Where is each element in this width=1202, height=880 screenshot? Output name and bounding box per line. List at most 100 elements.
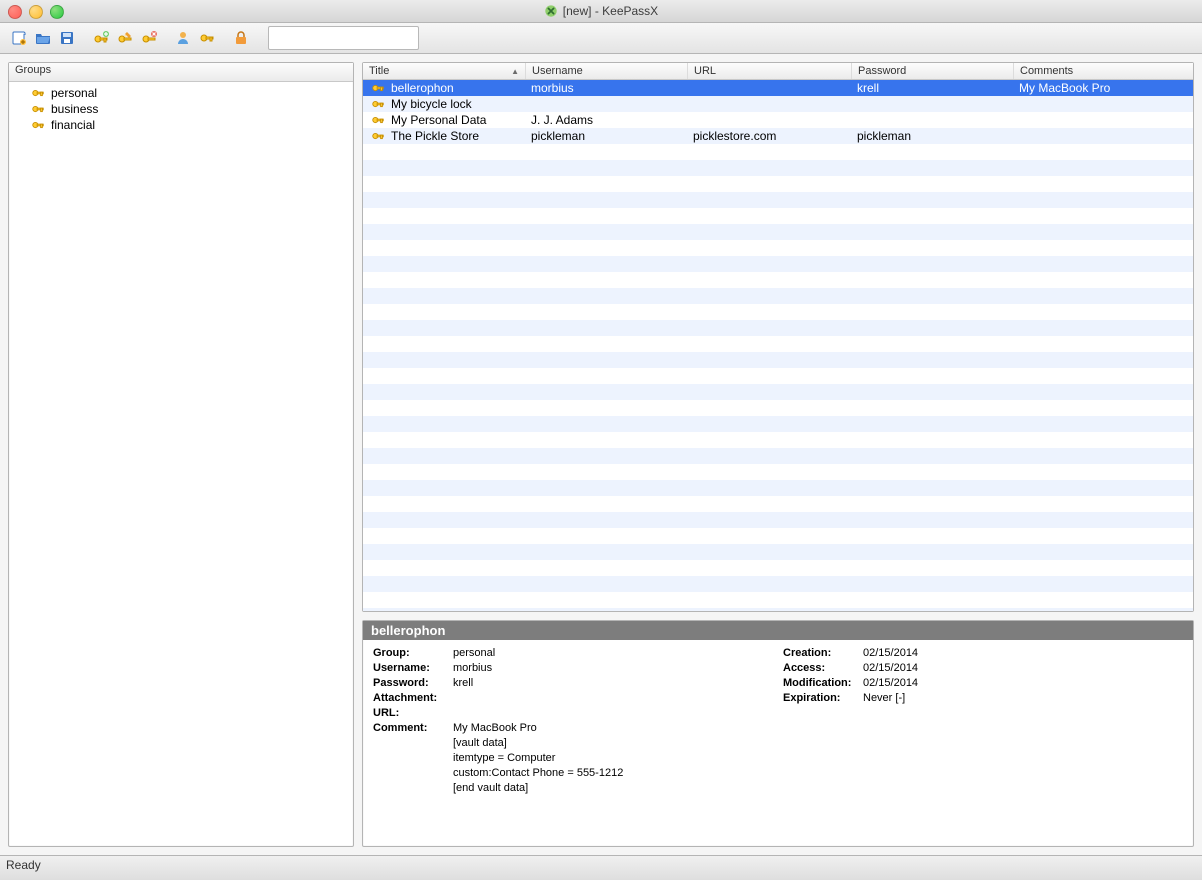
table-row[interactable]: The Pickle Store picklemanpicklestore.com… xyxy=(363,128,1193,144)
value-password: krell xyxy=(453,676,783,691)
table-row[interactable]: My Personal Data J. J. Adams xyxy=(363,112,1193,128)
cell-url: picklestore.com xyxy=(687,129,851,143)
add-entry-button[interactable] xyxy=(90,27,112,49)
close-icon[interactable] xyxy=(8,5,22,19)
label-comment: Comment: xyxy=(373,721,453,736)
titlebar: [new] - KeePassX xyxy=(0,0,1202,23)
delete-entry-button[interactable] xyxy=(138,27,160,49)
empty-row xyxy=(363,432,1193,448)
entries-rows: bellerophonmorbiuskrellMy MacBook ProMy … xyxy=(363,80,1193,611)
details-title: bellerophon xyxy=(363,621,1193,640)
label-expiration: Expiration: xyxy=(783,691,863,706)
cell-title: My bicycle lock xyxy=(391,97,472,111)
key-icon xyxy=(371,81,385,95)
empty-row xyxy=(363,192,1193,208)
value-modification: 02/15/2014 xyxy=(863,676,1023,691)
label-creation: Creation: xyxy=(783,646,863,661)
value-access: 02/15/2014 xyxy=(863,661,1023,676)
column-header-username[interactable]: Username xyxy=(525,63,687,79)
cell-title: My Personal Data xyxy=(391,113,486,127)
key-icon xyxy=(31,102,45,116)
empty-row xyxy=(363,480,1193,496)
new-db-button[interactable] xyxy=(8,27,30,49)
group-item[interactable]: financial xyxy=(9,117,353,133)
statusbar: Ready xyxy=(0,855,1202,880)
empty-row xyxy=(363,320,1193,336)
toolbar xyxy=(0,23,1202,54)
empty-row xyxy=(363,368,1193,384)
column-header-url[interactable]: URL xyxy=(687,63,851,79)
label-attachment: Attachment: xyxy=(373,691,453,706)
group-label: financial xyxy=(51,118,95,132)
comment-line: itemtype = Computer xyxy=(453,751,783,766)
empty-row xyxy=(363,400,1193,416)
key-icon xyxy=(371,129,385,143)
empty-row xyxy=(363,144,1193,160)
value-group: personal xyxy=(453,646,783,661)
empty-row xyxy=(363,416,1193,432)
empty-row xyxy=(363,608,1193,611)
entries-column-headers: Title ▲ Username URL Password Comments xyxy=(363,63,1193,80)
empty-row xyxy=(363,224,1193,240)
label-group: Group: xyxy=(373,646,453,661)
table-row[interactable]: bellerophonmorbiuskrellMy MacBook Pro xyxy=(363,80,1193,96)
group-item[interactable]: business xyxy=(9,101,353,117)
empty-row xyxy=(363,352,1193,368)
empty-row xyxy=(363,592,1193,608)
groups-tree: personalbusiness financial xyxy=(9,82,353,136)
key-icon xyxy=(371,113,385,127)
content: Groups personalbusinessfinancial Title ▲… xyxy=(0,54,1202,855)
cell-username: J. J. Adams xyxy=(525,113,687,127)
label-username: Username: xyxy=(373,661,453,676)
empty-row xyxy=(363,512,1193,528)
edit-entry-button[interactable] xyxy=(114,27,136,49)
cell-password: krell xyxy=(851,81,1013,95)
value-comment-first: My MacBook Pro xyxy=(453,721,783,736)
app-window: [new] - KeePassX xyxy=(0,0,1202,880)
sort-asc-icon: ▲ xyxy=(511,67,519,76)
minimize-icon[interactable] xyxy=(29,5,43,19)
title-center: [new] - KeePassX xyxy=(0,4,1202,18)
empty-row xyxy=(363,528,1193,544)
label-url: URL: xyxy=(373,706,453,721)
zoom-icon[interactable] xyxy=(50,5,64,19)
empty-row xyxy=(363,448,1193,464)
app-icon xyxy=(544,4,558,18)
empty-row xyxy=(363,272,1193,288)
open-db-button[interactable] xyxy=(32,27,54,49)
cell-username: pickleman xyxy=(525,129,687,143)
empty-row xyxy=(363,176,1193,192)
cell-title: bellerophon xyxy=(391,81,454,95)
lock-db-button[interactable] xyxy=(230,27,252,49)
key-icon xyxy=(371,97,385,111)
group-label: business xyxy=(51,102,98,116)
column-header-title[interactable]: Title ▲ xyxy=(363,63,525,79)
empty-row xyxy=(363,256,1193,272)
empty-row xyxy=(363,544,1193,560)
value-attachment xyxy=(453,691,783,706)
save-db-button[interactable] xyxy=(56,27,78,49)
cell-title: The Pickle Store xyxy=(391,129,479,143)
empty-row xyxy=(363,464,1193,480)
value-expiration: Never [-] xyxy=(863,691,1023,706)
column-header-comments[interactable]: Comments xyxy=(1013,63,1193,79)
window-title: [new] - KeePassX xyxy=(563,4,658,18)
copy-password-button[interactable] xyxy=(196,27,218,49)
empty-row xyxy=(363,304,1193,320)
details-panel: bellerophon Group:personal Username:morb… xyxy=(362,620,1194,847)
empty-row xyxy=(363,240,1193,256)
table-row[interactable]: My bicycle lock xyxy=(363,96,1193,112)
value-username: morbius xyxy=(453,661,783,676)
copy-username-button[interactable] xyxy=(172,27,194,49)
empty-row xyxy=(363,336,1193,352)
value-url xyxy=(453,706,783,721)
label-access: Access: xyxy=(783,661,863,676)
group-item[interactable]: personal xyxy=(9,85,353,101)
right-column: Title ▲ Username URL Password Comments b… xyxy=(362,62,1194,847)
column-header-password[interactable]: Password xyxy=(851,63,1013,79)
search-input[interactable] xyxy=(268,26,419,50)
key-icon xyxy=(31,86,45,100)
window-controls xyxy=(8,5,64,19)
key-icon xyxy=(31,118,45,132)
comment-extra-lines: [vault data]itemtype = Computercustom:Co… xyxy=(453,736,783,796)
